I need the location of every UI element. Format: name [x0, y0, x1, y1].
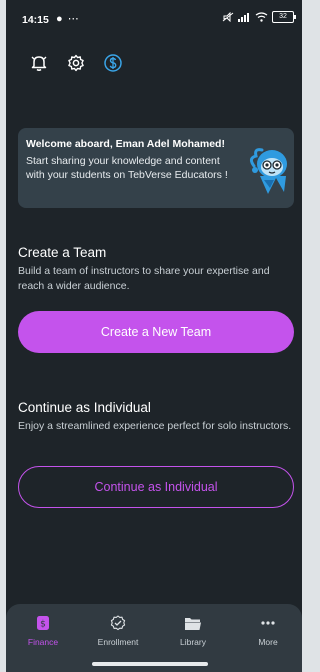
nav-enrollment[interactable]: Enrollment	[83, 614, 153, 647]
individual-heading: Continue as Individual	[18, 400, 151, 415]
dollar-coin-icon[interactable]	[102, 52, 124, 74]
top-toolbar	[28, 52, 124, 74]
settings-gear-icon[interactable]	[65, 52, 87, 74]
individual-description: Enjoy a streamlined experience perfect f…	[18, 420, 292, 432]
home-indicator[interactable]	[92, 662, 208, 666]
status-right-icons: 32	[222, 11, 296, 23]
notification-bell-icon[interactable]	[28, 52, 50, 74]
signal-icon	[238, 12, 249, 22]
create-new-team-button[interactable]: Create a New Team	[18, 311, 294, 353]
nav-library[interactable]: Library	[158, 614, 228, 647]
enrollment-check-icon	[83, 614, 153, 632]
nav-finance[interactable]: $ Finance	[8, 614, 78, 647]
nav-library-label: Library	[180, 637, 206, 647]
nav-more[interactable]: More	[233, 614, 302, 647]
battery-indicator: 32	[272, 11, 296, 23]
status-notification-icons: ● ⋯	[56, 13, 80, 25]
create-team-heading: Create a Team	[18, 245, 107, 260]
app-screen: 14:15 ● ⋯ 32 Welcome aboard, Eman Adel M…	[6, 0, 302, 672]
create-team-description: Build a team of instructors to share you…	[18, 265, 270, 292]
status-bar: 14:15 ● ⋯ 32	[6, 0, 302, 40]
nav-more-label: More	[258, 637, 278, 647]
nav-enrollment-label: Enrollment	[97, 637, 139, 647]
more-dots-icon	[233, 614, 302, 632]
finance-icon: $	[8, 614, 78, 632]
welcome-title: Welcome aboard, Eman Adel Mohamed!	[26, 138, 225, 150]
svg-text:$: $	[40, 620, 46, 630]
mute-icon	[222, 12, 234, 22]
welcome-card: Welcome aboard, Eman Adel Mohamed! Start…	[18, 128, 294, 208]
wifi-icon	[255, 12, 268, 22]
status-time: 14:15	[22, 14, 49, 26]
nav-finance-label: Finance	[27, 637, 59, 647]
folder-icon	[158, 614, 228, 632]
welcome-message: Start sharing your knowledge and content…	[26, 155, 228, 181]
continue-individual-button[interactable]: Continue as Individual	[18, 466, 294, 508]
mascot-illustration	[249, 148, 287, 194]
